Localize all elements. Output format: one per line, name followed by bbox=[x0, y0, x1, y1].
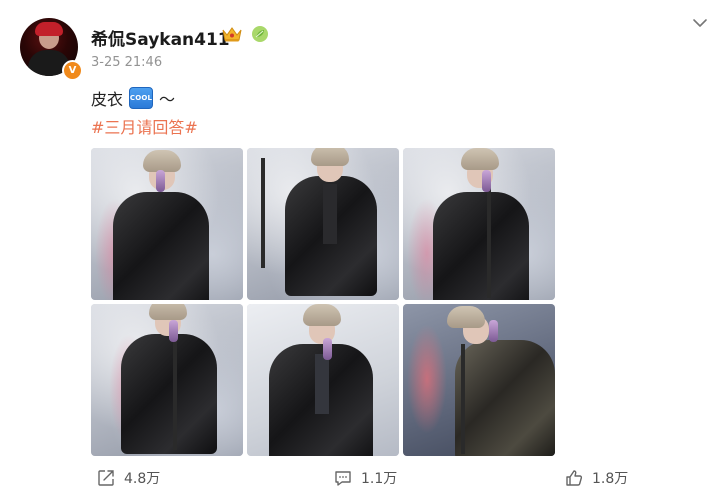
post-text-suffix: ～ bbox=[159, 90, 176, 109]
chevron-down-icon[interactable] bbox=[691, 14, 709, 32]
photo-mic-stand bbox=[261, 158, 265, 268]
crown-icon[interactable] bbox=[221, 25, 243, 43]
avatar-figure-hair bbox=[35, 22, 63, 36]
photo-figure-hair bbox=[447, 306, 485, 328]
like-icon bbox=[566, 470, 583, 486]
photo-figure-hair bbox=[303, 304, 341, 326]
photo-microphone bbox=[489, 320, 498, 342]
photo-figure-jacket bbox=[455, 340, 555, 456]
like-button[interactable]: 1.8万 bbox=[564, 468, 628, 488]
photo-microphone bbox=[482, 170, 491, 192]
photo-figure-shirt bbox=[315, 354, 329, 414]
comment-button[interactable]: 1.1万 bbox=[333, 468, 397, 488]
photo-mic-stand bbox=[487, 188, 491, 298]
like-count: 1.8万 bbox=[592, 471, 629, 487]
photo-figure-hair bbox=[461, 148, 499, 170]
photo-mic-stand bbox=[461, 344, 465, 454]
share-button[interactable]: 4.8万 bbox=[96, 468, 160, 488]
photo-figure-shirt bbox=[323, 184, 337, 244]
cool-emoji-icon: COOL bbox=[129, 87, 154, 109]
photo-4[interactable] bbox=[91, 304, 243, 456]
photo-microphone bbox=[156, 170, 165, 192]
post-text: 皮衣 COOL ～ bbox=[91, 86, 175, 110]
photo-3[interactable] bbox=[403, 148, 555, 300]
photo-figure-jacket bbox=[121, 334, 217, 454]
weibo-post: V 希侃Saykan411 3-25 21:46 皮衣 COOL ～ #三月请回… bbox=[0, 0, 720, 504]
username[interactable]: 希侃Saykan411 bbox=[91, 25, 230, 50]
post-timestamp[interactable]: 3-25 21:46 bbox=[91, 55, 162, 70]
photo-figure-jacket bbox=[433, 192, 529, 300]
comment-icon bbox=[335, 471, 351, 486]
photo-figure-hair bbox=[311, 148, 349, 166]
hashtag-link[interactable]: #三月请回答# bbox=[91, 114, 198, 138]
photo-figure-hair bbox=[149, 304, 187, 320]
verified-badge: V bbox=[62, 60, 83, 81]
photo-1[interactable] bbox=[91, 148, 243, 300]
action-bar: 4.8万 1.1万 1.8万 bbox=[0, 464, 720, 496]
photo-microphone bbox=[323, 338, 332, 360]
photo-2[interactable] bbox=[247, 148, 399, 300]
share-icon bbox=[98, 470, 114, 486]
post-text-body: 皮衣 bbox=[91, 90, 124, 109]
photo-stage-light bbox=[407, 324, 447, 434]
photo-6[interactable] bbox=[403, 304, 555, 456]
photo-figure-hair bbox=[143, 150, 181, 172]
photo-microphone bbox=[169, 320, 178, 342]
photo-5[interactable] bbox=[247, 304, 399, 456]
photo-figure-jacket bbox=[113, 192, 209, 300]
share-count: 4.8万 bbox=[124, 471, 161, 487]
leaf-icon[interactable] bbox=[251, 25, 269, 43]
photo-mic-stand bbox=[173, 340, 177, 450]
comment-count: 1.1万 bbox=[361, 471, 398, 487]
